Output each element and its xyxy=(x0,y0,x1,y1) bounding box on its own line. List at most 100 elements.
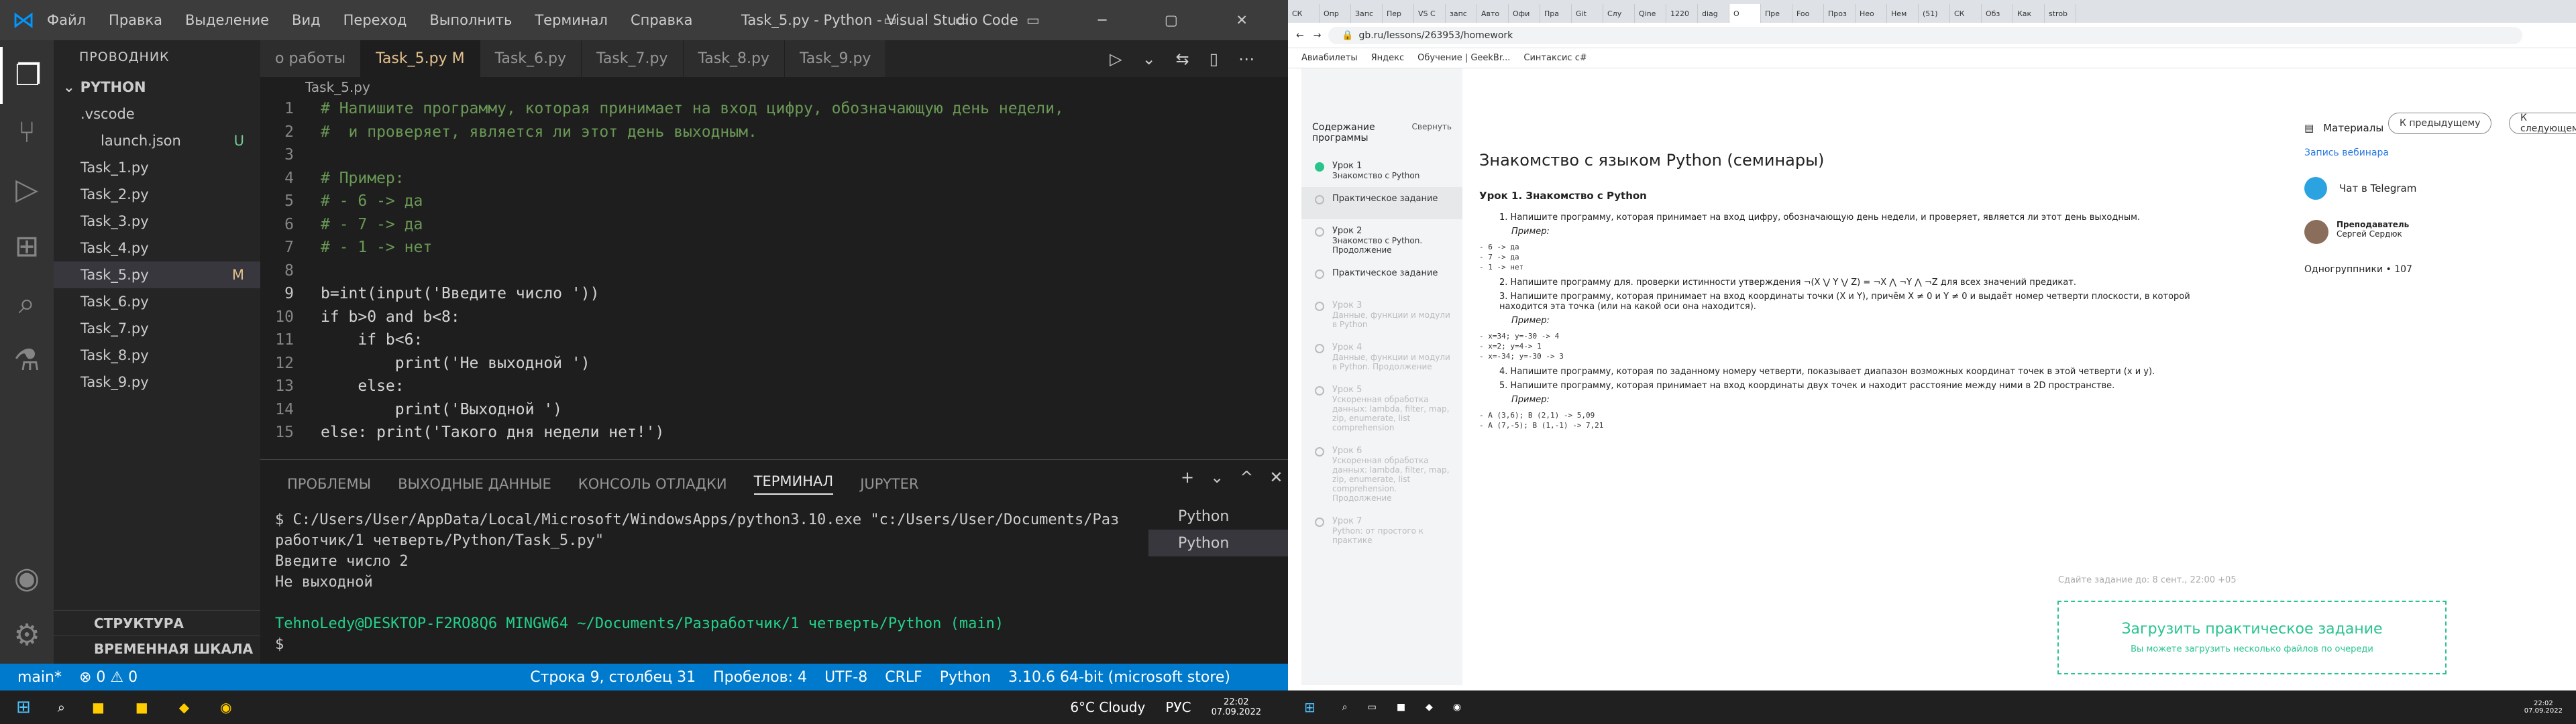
search-icon[interactable]: ⌕ xyxy=(0,275,54,332)
flask-icon[interactable]: ⚗ xyxy=(0,332,54,389)
panel-actions[interactable]: +⌄^✕ xyxy=(1181,468,1288,487)
terminal-instance[interactable]: Python xyxy=(1148,503,1288,530)
outline-section[interactable]: ВРЕМЕННАЯ ШКАЛА xyxy=(54,636,260,661)
windows-start-icon[interactable]: ⊞ xyxy=(16,697,31,717)
account-icon[interactable]: ◉ xyxy=(0,550,54,607)
browser-tab[interactable]: запс xyxy=(1446,4,1477,23)
panel-tab[interactable]: ПРОБЛЕМЫ xyxy=(287,476,371,492)
bookmark[interactable]: Синтаксис c# xyxy=(1523,53,1587,63)
terminal[interactable]: $ C:/Users/User/AppData/Local/Microsoft/… xyxy=(275,509,1127,655)
panel-tab[interactable]: JUPYTER xyxy=(860,476,918,492)
tab[interactable]: Task_5.py M xyxy=(361,40,480,77)
lesson-item[interactable]: Урок 5 Ускоренная обработка данных: lambd… xyxy=(1301,378,1462,439)
browser-tab[interactable]: Как xyxy=(2013,4,2045,23)
menu-item[interactable]: Переход xyxy=(343,12,407,28)
webinar-link[interactable]: Запись вебинара xyxy=(2304,147,2389,158)
panel-tab[interactable]: ВЫХОДНЫЕ ДАННЫЕ xyxy=(398,476,551,492)
file-item[interactable]: Task_6.py xyxy=(54,288,260,315)
browser-tab[interactable]: Проз xyxy=(1824,4,1856,23)
file-item[interactable]: Task_9.py xyxy=(54,369,260,396)
menu-item[interactable]: Терминал xyxy=(535,12,608,28)
status-item[interactable]: Пробелов: 4 xyxy=(713,669,807,686)
file-item[interactable]: Task_1.py xyxy=(54,154,260,181)
weather[interactable]: 6°C Cloudy xyxy=(1070,699,1145,715)
file-item[interactable]: Task_4.py xyxy=(54,235,260,261)
bookmark[interactable]: Яндекс xyxy=(1371,53,1405,63)
lesson-item[interactable]: Урок 2 Знакомство с Python. Продолжение xyxy=(1301,219,1462,261)
file-item[interactable]: Task_3.py xyxy=(54,208,260,235)
outline-section[interactable]: СТРУКТУРА xyxy=(54,610,260,636)
breadcrumb[interactable]: Task_5.py xyxy=(305,79,370,95)
lesson-item[interactable]: Урок 3 Данные, функции и модули в Python xyxy=(1301,294,1462,336)
browser-tab[interactable]: Нем xyxy=(1887,4,1919,23)
gear-icon[interactable]: ⚙ xyxy=(0,607,54,664)
tab[interactable]: Task_9.py xyxy=(784,40,887,77)
menu-item[interactable]: Выполнить xyxy=(429,12,512,28)
file-item[interactable]: launch.json U xyxy=(54,127,260,154)
lang[interactable]: РУС xyxy=(1165,699,1191,715)
editor-actions[interactable]: ▷⌄⇆▯⋯ xyxy=(1110,50,1275,68)
upload-dropzone[interactable]: Загрузить практическое задание Вы можете… xyxy=(2057,601,2447,674)
browser-tab[interactable]: Обз xyxy=(1982,4,2013,23)
bookmark[interactable]: Обучение | GeekBr... xyxy=(1417,53,1510,63)
code-editor[interactable]: 1 # Напишите программу, которая принимает… xyxy=(260,97,1288,459)
panel-tab[interactable]: КОНСОЛЬ ОТЛАДКИ xyxy=(578,476,727,492)
menu-item[interactable]: Файл xyxy=(47,12,86,28)
browser-tab[interactable]: Qine xyxy=(1635,4,1666,23)
bookmark[interactable]: Авиабилеты xyxy=(1301,53,1358,63)
status-item[interactable]: UTF-8 xyxy=(824,669,867,686)
lesson-item[interactable]: Урок 7 Python: от простого к практике xyxy=(1301,509,1462,552)
tab[interactable]: о работы xyxy=(260,40,362,77)
status-item[interactable]: 3.10.6 64-bit (microsoft store) xyxy=(1008,669,1230,686)
status-item[interactable]: Строка 9, столбец 31 xyxy=(530,669,696,686)
browser-tab[interactable]: Авто xyxy=(1477,4,1509,23)
run-debug-icon[interactable]: ▷ xyxy=(0,161,54,218)
pinned-apps[interactable]: ⌕▭■◆◉ xyxy=(1342,702,1481,713)
source-control-icon[interactable]: ⑂ xyxy=(0,104,54,161)
menu-item[interactable]: Вид xyxy=(292,12,321,28)
file-item[interactable]: Task_2.py xyxy=(54,181,260,208)
menu-item[interactable]: Правка xyxy=(109,12,162,28)
file-item[interactable]: Task_5.py M xyxy=(54,261,260,288)
browser-tab[interactable]: Офи xyxy=(1509,4,1540,23)
tab[interactable]: Task_7.py xyxy=(582,40,684,77)
status-item[interactable]: CRLF xyxy=(885,669,922,686)
lesson-item[interactable]: Урок 4 Данные, функции и модули в Python.… xyxy=(1301,336,1462,378)
menu-item[interactable]: Справка xyxy=(631,12,693,28)
clock[interactable]: 22:02 07.09.2022 xyxy=(2524,700,2563,715)
windows-start-icon[interactable]: ⊞ xyxy=(1304,699,1316,715)
menu-item[interactable]: Выделение xyxy=(185,12,269,28)
browser-tab[interactable]: Пер xyxy=(1383,4,1414,23)
browser-tab[interactable]: diag xyxy=(1698,4,1729,23)
browser-tab[interactable]: Пра xyxy=(1540,4,1572,23)
browser-tab[interactable]: strob xyxy=(2045,4,2076,23)
browser-tab[interactable]: Пре xyxy=(1761,4,1792,23)
file-item[interactable]: .vscode xyxy=(54,101,260,127)
browser-tab[interactable]: Опр xyxy=(1320,4,1351,23)
browser-tab[interactable]: Нео xyxy=(1856,4,1887,23)
file-item[interactable]: Task_7.py xyxy=(54,315,260,342)
lesson-item[interactable]: Урок 1 Знакомство с Python xyxy=(1301,154,1462,187)
browser-tab[interactable]: СК xyxy=(1288,4,1320,23)
collapse-link[interactable]: Свернуть xyxy=(1412,122,1452,143)
browser-tab[interactable]: О xyxy=(1729,4,1761,23)
search-icon[interactable]: ⌕ xyxy=(58,699,65,715)
browser-tab[interactable]: Foo xyxy=(1792,4,1824,23)
files-icon[interactable]: ❐ xyxy=(0,47,54,104)
browser-tab[interactable]: Git xyxy=(1572,4,1603,23)
browser-tab[interactable]: (51) xyxy=(1919,4,1950,23)
panel-tab[interactable]: ТЕРМИНАЛ xyxy=(753,473,834,495)
pinned-apps[interactable]: ■■◆◉ xyxy=(92,699,263,715)
tab[interactable]: Task_6.py xyxy=(480,40,582,77)
status-item[interactable]: ⊗ 0 ⚠ 0 xyxy=(79,669,138,686)
lesson-item[interactable]: Практическое задание xyxy=(1301,261,1462,294)
url-bar[interactable]: 🔒 gb.ru/lessons/263953/homework xyxy=(1328,27,2522,44)
extensions-icon[interactable]: ⊞ xyxy=(0,218,54,275)
browser-tab[interactable]: Слу xyxy=(1603,4,1635,23)
clock[interactable]: 22:02 07.09.2022 xyxy=(1212,697,1261,717)
browser-tab[interactable]: VS C xyxy=(1414,4,1446,23)
file-item[interactable]: Task_8.py xyxy=(54,342,260,369)
lesson-item[interactable]: Практическое задание xyxy=(1301,187,1462,219)
browser-tab[interactable]: 1220 xyxy=(1666,4,1698,23)
lesson-item[interactable]: Урок 6 Ускоренная обработка данных: lambd… xyxy=(1301,439,1462,509)
